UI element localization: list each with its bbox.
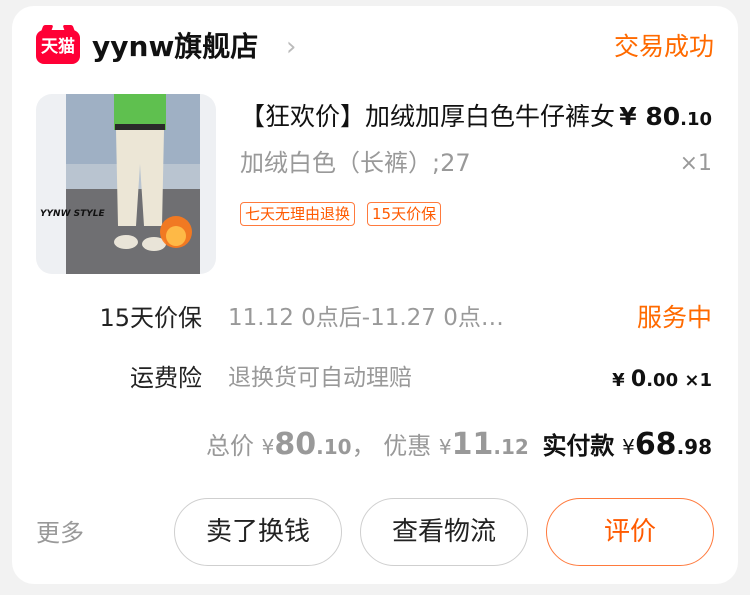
shop-name-link[interactable]: yynw旗舰店 xyxy=(92,28,258,66)
product-image xyxy=(66,94,200,274)
service-price: ¥ 0.00 ×1 xyxy=(612,367,712,392)
review-button[interactable]: 评价 xyxy=(546,498,714,566)
product-title[interactable]: 【狂欢价】加绒加厚白色牛仔裤女 xyxy=(240,100,620,134)
total-label: 总价 xyxy=(206,432,255,460)
service-desc: 退换货可自动理赔 xyxy=(228,365,412,391)
more-button[interactable]: 更多 xyxy=(36,516,84,550)
discount-amount: 11 xyxy=(451,427,494,462)
service-row-price-protect[interactable]: 15天价保 11.12 0点后-11.27 0点… 服务中 xyxy=(36,298,712,338)
tag-return-policy: 七天无理由退换 xyxy=(240,202,356,226)
order-card: 天猫 yynw旗舰店 › 交易成功 YYNW STYLE 【狂欢价】加绒加厚白色… xyxy=(12,6,738,584)
sell-button[interactable]: 卖了换钱 xyxy=(174,498,342,566)
total-price: 80 xyxy=(274,427,317,462)
paid-amount: 68 xyxy=(634,427,677,462)
product-quantity: ×1 xyxy=(679,151,712,176)
chevron-right-icon[interactable]: › xyxy=(286,32,296,62)
track-logistics-button[interactable]: 查看物流 xyxy=(360,498,528,566)
product-image-caption: YYNW STYLE xyxy=(40,209,105,219)
order-totals: 总价 ¥80.10， 优惠 ¥11.12 实付款 ¥68.98 xyxy=(206,427,712,462)
product-thumbnail[interactable]: YYNW STYLE xyxy=(36,94,216,274)
order-status: 交易成功 xyxy=(613,32,714,61)
product-sku: 加绒白色（长裤）;27 xyxy=(240,149,471,177)
tmall-logo-icon: 天猫 xyxy=(36,30,80,64)
shop-header[interactable]: 天猫 yynw旗舰店 › 交易成功 xyxy=(36,26,714,68)
discount-label: 优惠 xyxy=(383,432,432,460)
service-status: 服务中 xyxy=(636,303,712,332)
service-desc: 11.12 0点后-11.27 0点… xyxy=(228,305,504,331)
tag-price-protect: 15天价保 xyxy=(367,202,442,226)
product-tags: 七天无理由退换 15天价保 xyxy=(240,202,442,226)
product-price: ¥ 80.10 xyxy=(619,102,712,131)
service-row-shipping-insurance[interactable]: 运费险 退换货可自动理赔 ¥ 0.00 ×1 xyxy=(36,358,712,398)
paid-label: 实付款 xyxy=(542,432,615,460)
service-label: 运费险 xyxy=(130,364,202,392)
service-label: 15天价保 xyxy=(99,304,202,332)
